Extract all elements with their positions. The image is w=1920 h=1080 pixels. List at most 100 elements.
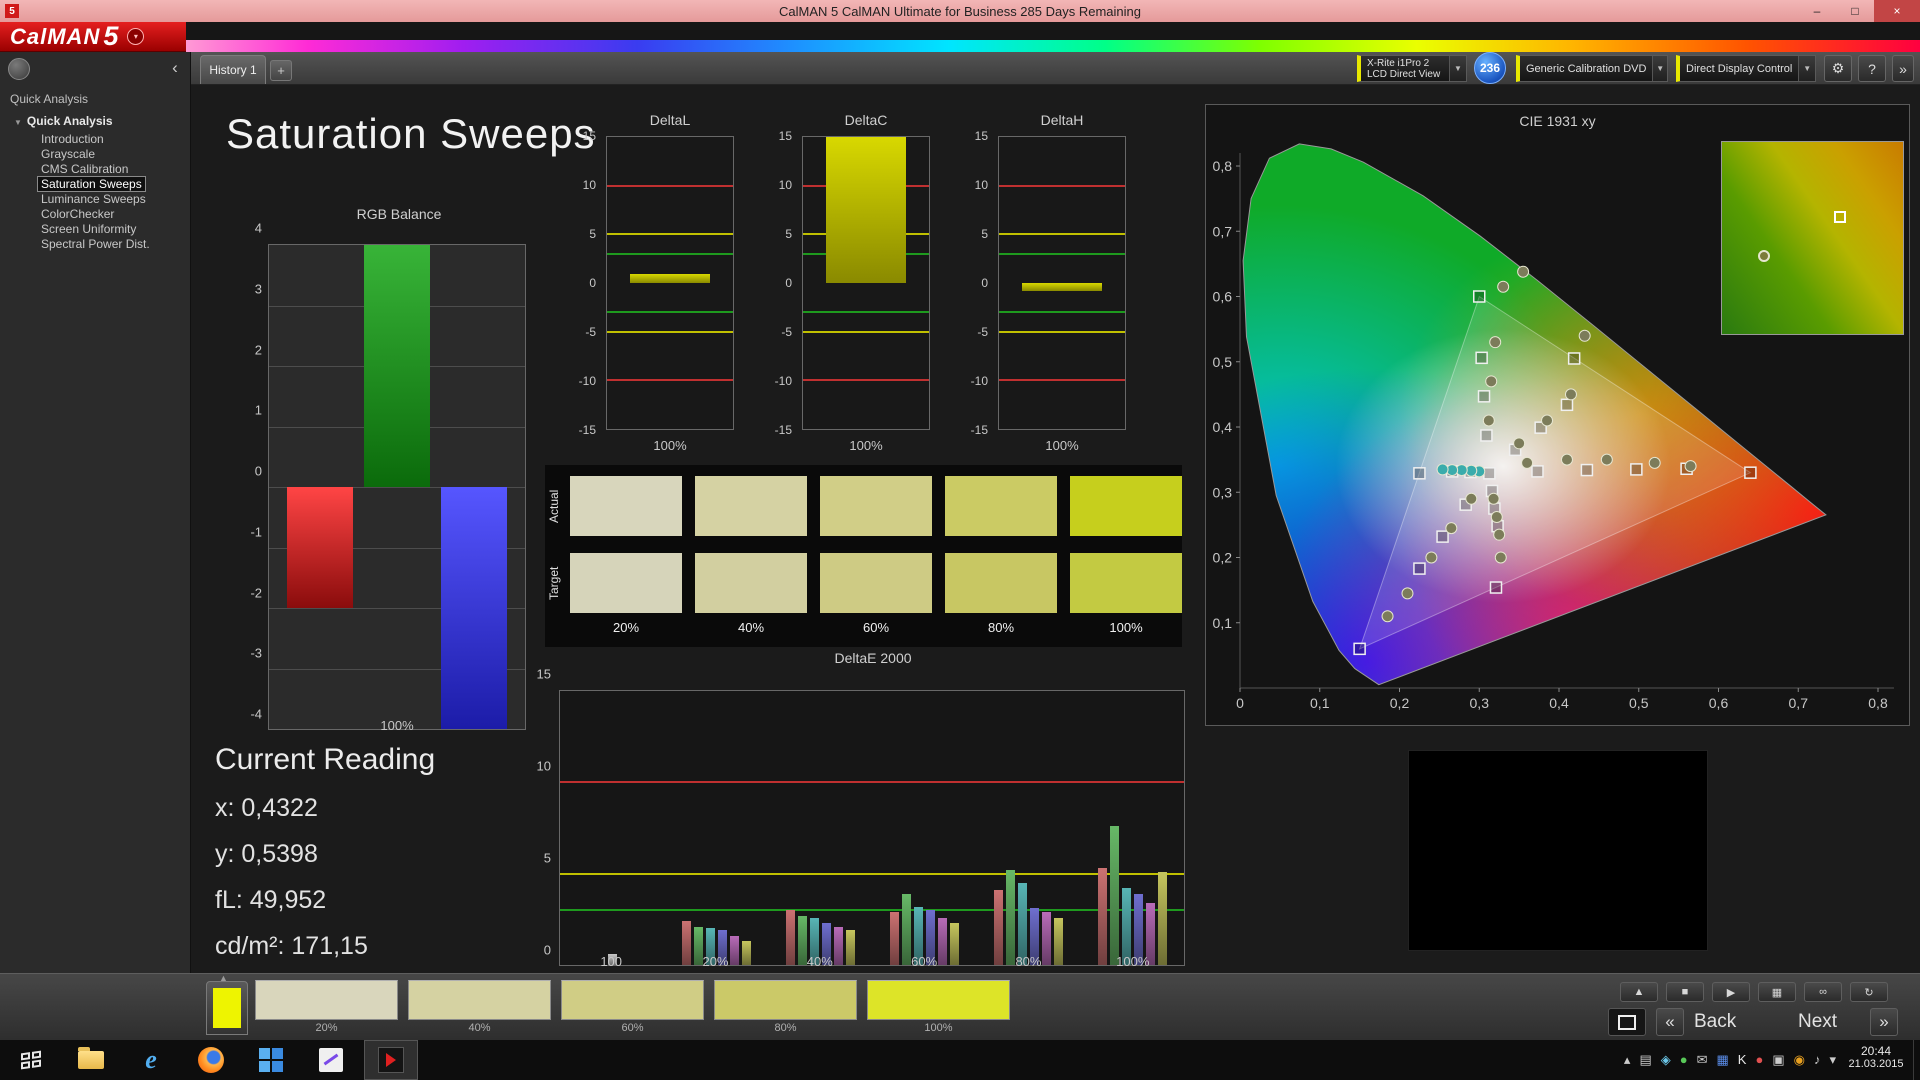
back-chevron-button[interactable]: « (1656, 1008, 1684, 1036)
tray-icon-2[interactable]: ◈ (1661, 1040, 1671, 1080)
ref-line (999, 184, 1125, 187)
pattern-button[interactable]: ▦ (1758, 982, 1796, 1002)
swatch-color (867, 980, 1010, 1020)
sidebar-item-colorchecker[interactable]: ColorChecker (0, 207, 190, 222)
tray-icon-6[interactable]: K (1738, 1040, 1747, 1080)
maximize-button[interactable]: □ (1836, 0, 1874, 22)
column-label: 40% (737, 620, 765, 635)
tray-icon-5[interactable]: ▦ (1717, 1040, 1729, 1080)
sidebar-item-grayscale[interactable]: Grayscale (0, 147, 190, 162)
taskbar-notes-app[interactable] (304, 1040, 358, 1080)
cie-zoom-inset (1721, 141, 1904, 335)
tray-icon-4[interactable]: ✉ (1697, 1040, 1708, 1080)
back-button[interactable]: Back (1694, 1011, 1736, 1033)
collapse-toolbar-button[interactable]: » (1892, 55, 1914, 82)
transport-controls: ▲ ■ ▶ ▦ ∞ ↻ (1620, 982, 1888, 1002)
help-button[interactable]: ? (1858, 55, 1886, 82)
saturation-swatch-table: Actual Target 20% 40% 60% 80% 100% (545, 465, 1182, 647)
tab-history-1[interactable]: History 1 (200, 55, 266, 84)
chevron-down-icon: ▼ (1449, 56, 1466, 81)
display-control-label: Direct Display Control (1686, 62, 1793, 75)
taskbar-calman[interactable] (364, 1040, 418, 1080)
video-preview (1408, 750, 1708, 951)
row-label: Actual (547, 489, 561, 523)
calman-window: 5 CalMAN 5 CalMAN Ultimate for Business … (0, 0, 1920, 1080)
bar-group (768, 691, 872, 965)
saturation-swatch-80[interactable]: 80% (714, 980, 857, 1034)
actual-swatch-20 (570, 476, 682, 536)
plot-area (559, 690, 1185, 966)
swatch-label: 60% (621, 1022, 644, 1034)
saturation-swatch-60[interactable]: 60% (561, 980, 704, 1034)
ref-line (803, 330, 929, 333)
next-chevron-button[interactable]: » (1870, 1008, 1898, 1036)
y-tick-label: 15 (536, 666, 551, 682)
meter-dropdown[interactable]: X-Rite i1Pro 2 LCD Direct View ▼ (1357, 55, 1467, 82)
eject-button[interactable]: ▲ (1620, 982, 1658, 1002)
column-label: 20% (612, 620, 640, 635)
chart-title: RGB Balance (356, 206, 442, 222)
tree-caret-icon: ▼ (14, 118, 22, 127)
pattern-swatch-row: 20% 40% 60% 80% 100% (255, 980, 1010, 1034)
display-pattern-button[interactable] (1608, 1008, 1646, 1036)
ref-line (803, 379, 929, 382)
x-tick-label: 60% (911, 954, 938, 969)
calman-logo[interactable]: CalMAN 5 ▾ (0, 21, 186, 52)
minimize-button[interactable]: – (1798, 0, 1836, 22)
next-button[interactable]: Next (1798, 1011, 1837, 1033)
y-tick-label: -15 (970, 423, 988, 437)
current-reading-title: Current Reading (215, 743, 436, 776)
bar-group (560, 691, 664, 965)
tray-icon-8[interactable]: ▣ (1772, 1040, 1784, 1080)
logo-menu-caret-icon[interactable]: ▾ (127, 28, 145, 45)
sidebar-item-saturation-sweeps[interactable]: Saturation Sweeps (0, 176, 190, 192)
svg-text:0,7: 0,7 (1789, 695, 1809, 711)
delta-bar (1021, 283, 1103, 291)
settings-gear-icon[interactable]: ⚙ (1824, 55, 1852, 82)
play-button[interactable]: ▶ (1712, 982, 1750, 1002)
window-title: CalMAN 5 CalMAN Ultimate for Business 28… (779, 3, 1141, 19)
taskbar-tiles-app[interactable] (244, 1040, 298, 1080)
show-desktop-button[interactable] (1913, 1040, 1920, 1080)
measurement-count-badge[interactable]: 236 (1474, 52, 1506, 84)
sidebar-item-introduction[interactable]: Introduction (0, 132, 190, 147)
taskbar-clock[interactable]: 20:44 21.03.2015 (1840, 1044, 1912, 1070)
add-tab-button[interactable]: + (270, 60, 292, 81)
saturation-swatch-40[interactable]: 40% (408, 980, 551, 1034)
taskbar-explorer[interactable] (64, 1040, 118, 1080)
cie-1931-chart: 0 0,1 0,2 0,3 0,4 0,5 0,6 0,7 0,8 0,1 0,2 0,3 0,4 0,5… (1205, 104, 1910, 726)
display-control-dropdown[interactable]: Direct Display Control ▼ (1676, 55, 1816, 82)
logo-text: CalMAN (10, 23, 101, 49)
tray-icon-10[interactable]: ♪ (1814, 1040, 1821, 1080)
saturation-swatch-100[interactable]: 100% (867, 980, 1010, 1034)
tray-icon-1[interactable]: ▤ (1639, 1040, 1651, 1080)
tray-icon-9[interactable]: ◉ (1794, 1040, 1805, 1080)
svg-text:0,8: 0,8 (1868, 695, 1888, 711)
y-tick-label: -15 (774, 423, 792, 437)
taskbar-internet-explorer[interactable]: e (124, 1040, 178, 1080)
refresh-button[interactable]: ↻ (1850, 982, 1888, 1002)
sidebar-home-button[interactable] (8, 58, 30, 80)
tray-icon-7[interactable]: ● (1755, 1040, 1763, 1080)
taskbar-firefox[interactable] (184, 1040, 238, 1080)
sidebar-item-luminance-sweeps[interactable]: Luminance Sweeps (0, 192, 190, 207)
sidebar-item-spectral-power-dist[interactable]: Spectral Power Dist. (0, 237, 190, 252)
tray-icon-3[interactable]: ● (1680, 1040, 1688, 1080)
stop-button[interactable]: ■ (1666, 982, 1704, 1002)
source-dropdown[interactable]: Generic Calibration DVD ▼ (1516, 55, 1668, 82)
saturation-swatch-20[interactable]: 20% (255, 980, 398, 1034)
sidebar-item-cms-calibration[interactable]: CMS Calibration (0, 162, 190, 177)
sidebar-collapse-icon[interactable]: ‹ (166, 57, 184, 79)
sidebar-root-item[interactable]: ▼ Quick Analysis (14, 114, 113, 128)
svg-text:0,8: 0,8 (1213, 158, 1233, 174)
window-controls: – □ × (1798, 0, 1920, 22)
bottom-pattern-bar: ▲ 20% 40% 60% 80% 100% ▲ ■ ▶ ▦ ∞ ↻ « Back Next » (0, 973, 1920, 1040)
active-pattern-tab[interactable] (206, 981, 248, 1035)
tray-icon-11[interactable]: ▾ (1829, 1040, 1836, 1080)
sidebar-item-screen-uniformity[interactable]: Screen Uniformity (0, 222, 190, 237)
titlebar: 5 CalMAN 5 CalMAN Ultimate for Business … (0, 0, 1920, 22)
loop-button[interactable]: ∞ (1804, 982, 1842, 1002)
close-button[interactable]: × (1874, 0, 1920, 22)
taskbar-start[interactable] (4, 1040, 58, 1080)
tray-icon-0[interactable]: ▴ (1624, 1040, 1631, 1080)
